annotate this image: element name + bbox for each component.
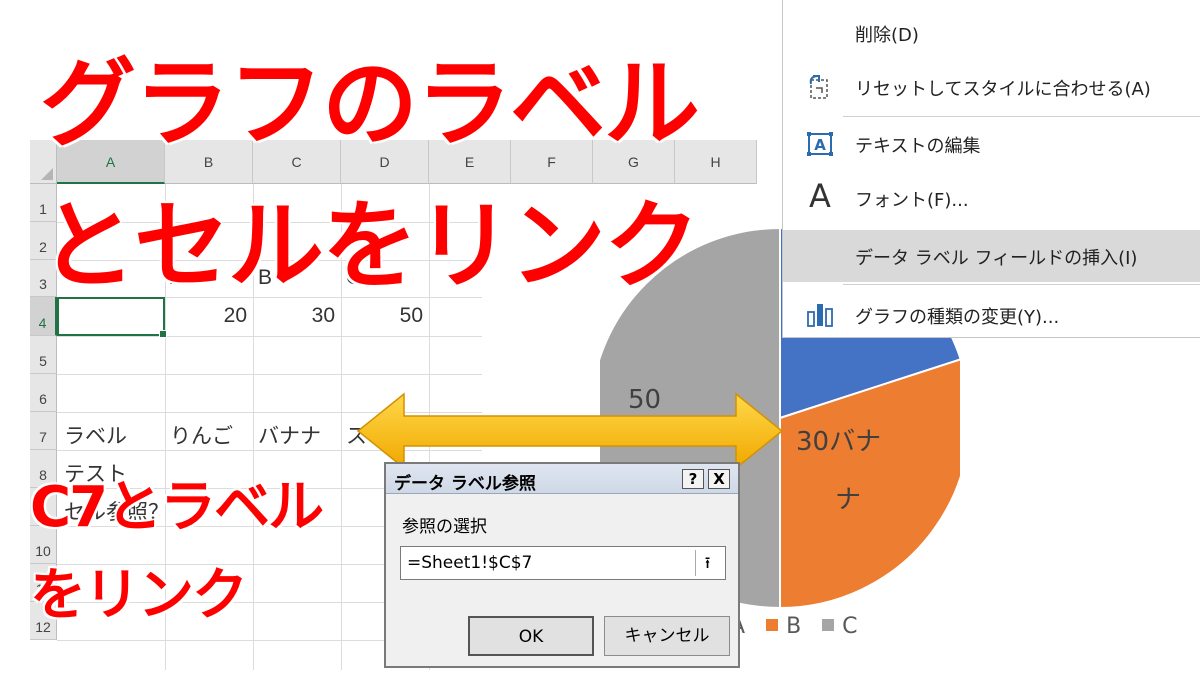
legend-item-b-label: B bbox=[786, 614, 802, 639]
gridline bbox=[57, 336, 482, 337]
data-label-b-line1[interactable]: 30バナ bbox=[796, 427, 881, 457]
reset-style-icon bbox=[805, 72, 835, 102]
dialog-title-bar[interactable]: データ ラベル参照 ? X bbox=[386, 464, 738, 494]
select-reference-label: 参照の選択 bbox=[402, 517, 487, 537]
menu-item-label: 削除(D) bbox=[855, 25, 919, 46]
data-label-reference-dialog: データ ラベル参照 ? X 参照の選択 =Sheet1!$C$7 ⭱ OK キャ… bbox=[384, 462, 740, 668]
row-header-6[interactable]: 6 bbox=[30, 374, 57, 412]
subtitle-line-2: をリンク bbox=[30, 563, 248, 628]
menu-item-edit-text[interactable]: A テキストの編集 bbox=[783, 121, 1200, 167]
ok-button[interactable]: OK bbox=[468, 616, 594, 656]
menu-item-label: データ ラベル フィールドの挿入(I) bbox=[855, 248, 1138, 269]
menu-item-label: グラフの種類の変更(Y)... bbox=[855, 307, 1060, 328]
cell-d4[interactable]: 50 bbox=[341, 304, 423, 328]
menu-item-reset-style[interactable]: リセットしてスタイルに合わせる(A) bbox=[783, 64, 1200, 110]
collapse-dialog-icon[interactable]: ⭱ bbox=[695, 550, 719, 576]
menu-item-change-chart-type[interactable]: グラフの種類の変更(Y)... bbox=[783, 292, 1200, 338]
reference-input[interactable]: =Sheet1!$C$7 ⭱ bbox=[400, 546, 726, 580]
double-arrow-icon bbox=[356, 392, 784, 470]
row-header-7[interactable]: 7 bbox=[30, 412, 57, 450]
cell-b7[interactable]: りんご bbox=[170, 420, 233, 450]
menu-item-label: フォント(F)... bbox=[855, 190, 969, 211]
legend-swatch-b bbox=[766, 619, 779, 631]
legend-item-b[interactable]: B bbox=[766, 614, 801, 639]
cancel-button[interactable]: キャンセル bbox=[604, 616, 730, 656]
context-menu: 削除(D) リセットしてスタイルに合わせる(A) A テキストの編集 A フォン bbox=[782, 0, 1200, 338]
edit-text-icon: A bbox=[805, 129, 835, 159]
cell-a7[interactable]: ラベル bbox=[64, 420, 127, 450]
help-button[interactable]: ? bbox=[682, 469, 704, 489]
menu-item-label: テキストの編集 bbox=[855, 136, 981, 157]
cell-c4[interactable]: 30 bbox=[253, 304, 335, 328]
cell-c7[interactable]: バナナ bbox=[258, 420, 321, 450]
menu-separator bbox=[843, 116, 1200, 117]
legend-item-c-label: C bbox=[842, 614, 858, 639]
menu-item-delete[interactable]: 削除(D) bbox=[783, 10, 1200, 56]
legend-swatch-c bbox=[822, 619, 835, 631]
data-label-b-line2[interactable]: ナ bbox=[835, 485, 861, 515]
gridline bbox=[57, 374, 482, 375]
menu-item-font[interactable]: A フォント(F)... bbox=[783, 175, 1200, 221]
chart-type-icon bbox=[805, 300, 835, 330]
chart-legend[interactable]: A B C bbox=[730, 614, 872, 639]
dialog-title: データ ラベル参照 bbox=[394, 474, 536, 494]
row-header-5[interactable]: 5 bbox=[30, 336, 57, 374]
menu-item-label: リセットしてスタイルに合わせる(A) bbox=[855, 79, 1151, 100]
edit-text-glyph: A bbox=[814, 136, 826, 154]
subtitle-line-1: C7とラベル bbox=[30, 475, 324, 540]
menu-item-insert-data-label-field[interactable]: データ ラベル フィールドの挿入(I) bbox=[783, 230, 1200, 282]
cell-b4[interactable]: 20 bbox=[165, 304, 247, 328]
title-line-1: グラフのラベル bbox=[40, 48, 700, 160]
legend-item-c[interactable]: C bbox=[822, 614, 858, 639]
title-line-2: とセルをリンク bbox=[40, 190, 700, 302]
close-button[interactable]: X bbox=[708, 469, 730, 489]
menu-separator bbox=[843, 284, 1200, 285]
reference-input-value: =Sheet1!$C$7 bbox=[407, 553, 533, 573]
font-icon: A bbox=[809, 177, 831, 215]
